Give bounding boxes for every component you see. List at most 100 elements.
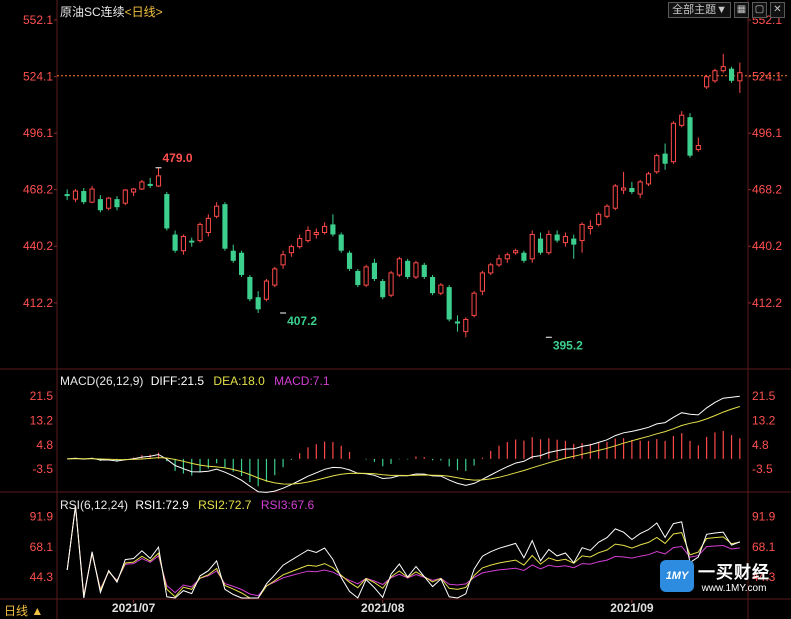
candle-body-down <box>238 252 245 275</box>
candle-body-up <box>322 225 328 233</box>
candle-body-up <box>612 185 618 209</box>
candle-body-down <box>330 224 336 235</box>
candle-body-up <box>305 229 311 242</box>
y-tick-label-right: 468.2 <box>752 183 782 197</box>
chart-header: 原油SC连续<日线> <box>60 3 163 20</box>
candle-body-down <box>554 234 560 241</box>
chart-toolbar: 全部主题▼ ▦ ▢ ✕ <box>668 2 785 18</box>
candle-body-up <box>488 264 494 274</box>
x-tick-label: 2021/08 <box>361 601 405 615</box>
extreme-price-label: 479.0 <box>163 151 193 165</box>
rsi-y-tick-left: 68.1 <box>30 540 54 554</box>
candle-body-up <box>712 70 718 82</box>
grid-icon[interactable]: ▦ <box>734 2 749 18</box>
candle-body-up <box>637 181 643 195</box>
candle-body-up <box>388 272 394 296</box>
candle-body-up <box>670 122 676 163</box>
candle-body-up <box>214 205 220 217</box>
candle-body-down <box>64 194 70 197</box>
instrument-title: 原油SC连续 <box>60 5 125 19</box>
candle-body-down <box>429 276 436 294</box>
logo-url: www.1MY.com <box>701 583 767 594</box>
candle-body-up <box>363 266 369 286</box>
macd-dea-line <box>67 406 740 485</box>
close-icon[interactable]: ✕ <box>770 2 785 18</box>
candle-body-up <box>596 213 602 225</box>
macd-dea-label: DEA:18.0 <box>213 374 265 388</box>
candle-body-up <box>513 250 519 254</box>
candle-body-down <box>421 264 427 277</box>
candle-body-up <box>504 254 510 260</box>
candle-body-up <box>621 187 627 191</box>
rsi-title: RSI(6,12,24) <box>60 498 129 512</box>
candle-body-up <box>272 268 278 286</box>
candle-body-up <box>587 225 593 229</box>
candle-body-up <box>396 258 402 276</box>
candle-body-down <box>687 117 693 156</box>
macd-y-tick-left: 13.2 <box>30 413 54 427</box>
candle-body-down <box>371 262 378 280</box>
macd-y-tick-left: 21.5 <box>30 389 54 403</box>
candle-body-up <box>737 72 743 82</box>
candle-body-down <box>114 199 120 208</box>
candle-body-down <box>172 234 178 251</box>
candle-body-down <box>255 297 261 310</box>
candle-body-up <box>122 189 128 204</box>
theme-dropdown-button[interactable]: 全部主题▼ <box>668 2 731 18</box>
candle-body-up <box>155 175 162 187</box>
candle-body-up <box>205 217 211 233</box>
y-tick-label-left: 440.2 <box>23 239 53 253</box>
candle-body-down <box>662 153 668 164</box>
candle-body-down <box>189 240 195 243</box>
candle-body-down <box>247 276 253 300</box>
rsi-y-tick-left: 44.3 <box>30 570 54 584</box>
candle-body-up <box>471 292 477 316</box>
macd-y-tick-left: 4.8 <box>36 438 53 452</box>
macd-y-tick-right: 13.2 <box>752 413 776 427</box>
candle-body-down <box>380 281 386 298</box>
macd-y-tick-right: 21.5 <box>752 389 776 403</box>
candle-body-up <box>313 231 319 236</box>
rsi1-line <box>66 505 740 599</box>
macd-diff-label: DIFF:21.5 <box>150 374 205 388</box>
macd-y-tick-right: 4.8 <box>752 438 769 452</box>
candle-body-down <box>537 238 544 253</box>
candle-body-up <box>579 223 585 242</box>
macd-y-tick-left: -3.5 <box>32 462 53 476</box>
candle-body-up <box>645 173 652 185</box>
rsi3-label: RSI3:67.6 <box>260 498 315 512</box>
candle-body-up <box>413 262 419 278</box>
candle-body-up <box>496 258 502 266</box>
y-tick-label-right: 412.2 <box>752 296 782 310</box>
macd-value-label: MACD:7.1 <box>274 374 330 388</box>
candle-body-up <box>263 280 270 300</box>
candle-body-up <box>479 272 485 292</box>
x-tick-label: 2021/09 <box>610 601 654 615</box>
rsi-y-tick-left: 91.9 <box>30 509 54 523</box>
candle-body-down <box>147 183 153 186</box>
candle-body-up <box>280 254 286 266</box>
y-tick-label-left: 496.1 <box>23 126 53 140</box>
candle-body-down <box>81 191 87 203</box>
candle-body-down <box>97 199 103 211</box>
period-selector[interactable]: 日线 ▲ <box>4 602 43 619</box>
rsi3-line <box>66 505 740 597</box>
candle-body-up <box>139 181 145 190</box>
candle-body-up <box>288 246 294 254</box>
candle-body-up <box>720 66 726 72</box>
candle-body-down <box>230 250 236 261</box>
candle-body-up <box>438 284 444 294</box>
candle-body-up <box>106 197 112 209</box>
y-tick-label-left: 552.1 <box>23 13 53 27</box>
rsi-legend: RSI(6,12,24) RSI1:72.9 RSI2:72.7 RSI3:67… <box>60 498 314 512</box>
candle-body-up <box>180 236 186 252</box>
candle-body-up <box>704 76 710 88</box>
candle-body-down <box>222 204 228 249</box>
stock-chart[interactable]: 552.1 552.1524.1 524.1496.1 496.1468.2 468.2… <box>0 0 791 619</box>
candle-body-up <box>131 188 137 193</box>
candle-body-down <box>164 194 170 229</box>
candle-body-down <box>454 321 461 324</box>
window-icon[interactable]: ▢ <box>752 2 767 18</box>
rsi2-label: RSI2:72.7 <box>198 498 252 512</box>
y-tick-label-left: 412.2 <box>23 296 53 310</box>
